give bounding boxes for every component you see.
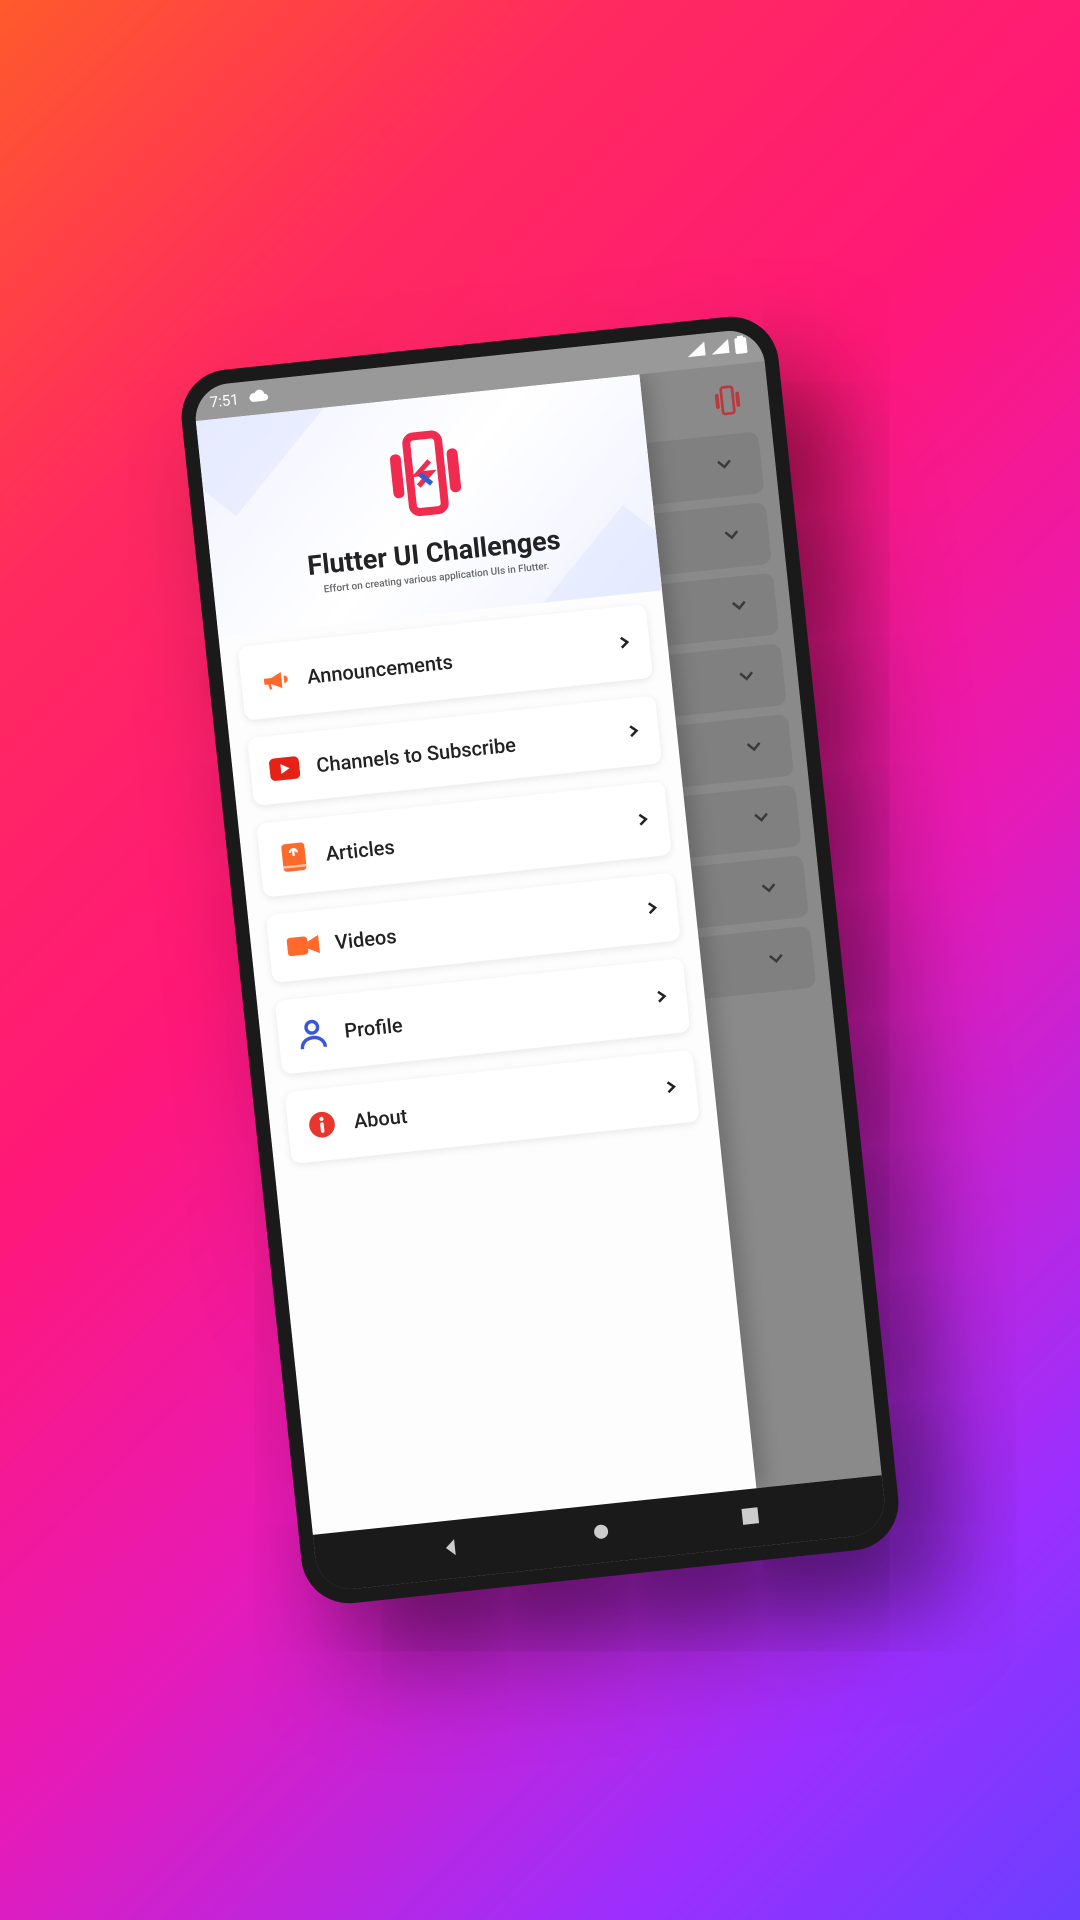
menu-item-label: About (353, 1078, 650, 1133)
chevron-right-icon (654, 987, 670, 1007)
menu-item-label: Announcements (306, 634, 603, 689)
video-icon (286, 932, 320, 959)
chevron-down-icon (766, 948, 786, 972)
chevron-down-icon (751, 807, 771, 831)
back-button[interactable] (440, 1537, 462, 1563)
menu-item-label: Videos (334, 899, 631, 954)
chevron-down-icon (737, 666, 757, 690)
chevron-right-icon (663, 1078, 679, 1098)
user-icon (295, 1018, 330, 1051)
screen: 7:51 (192, 327, 888, 1592)
menu-list: Announcements Channels to Subscribe Articl… (220, 602, 720, 1184)
wifi-icon (686, 341, 706, 361)
menu-item-label: Profile (343, 988, 640, 1043)
chevron-right-icon (644, 899, 660, 919)
app-logo-icon (707, 379, 749, 425)
chevron-down-icon (759, 878, 779, 902)
chevron-down-icon (722, 525, 742, 549)
chevron-down-icon (744, 737, 764, 761)
menu-item-label: Articles (324, 811, 621, 866)
drawer-header: Flutter UI Challenges Effort on creating… (196, 374, 662, 636)
chevron-right-icon (626, 722, 642, 742)
device-frame: 7:51 (177, 312, 903, 1608)
home-button[interactable] (590, 1521, 612, 1547)
signal-icon (710, 339, 730, 359)
megaphone-icon (258, 664, 293, 697)
info-icon (305, 1109, 340, 1140)
battery-icon (734, 335, 748, 358)
chevron-right-icon (617, 633, 633, 653)
status-time: 7:51 (209, 390, 240, 411)
youtube-icon (267, 755, 301, 782)
chevron-down-icon (714, 454, 734, 478)
chevron-right-icon (635, 810, 651, 830)
menu-item-label: Channels to Subscribe (315, 722, 612, 777)
chevron-down-icon (729, 595, 749, 619)
book-icon (276, 841, 311, 874)
content-area: Flutter UI Challenges Effort on creating… (196, 361, 882, 1535)
recent-apps-button[interactable] (741, 1506, 761, 1530)
cloud-icon (248, 387, 270, 407)
